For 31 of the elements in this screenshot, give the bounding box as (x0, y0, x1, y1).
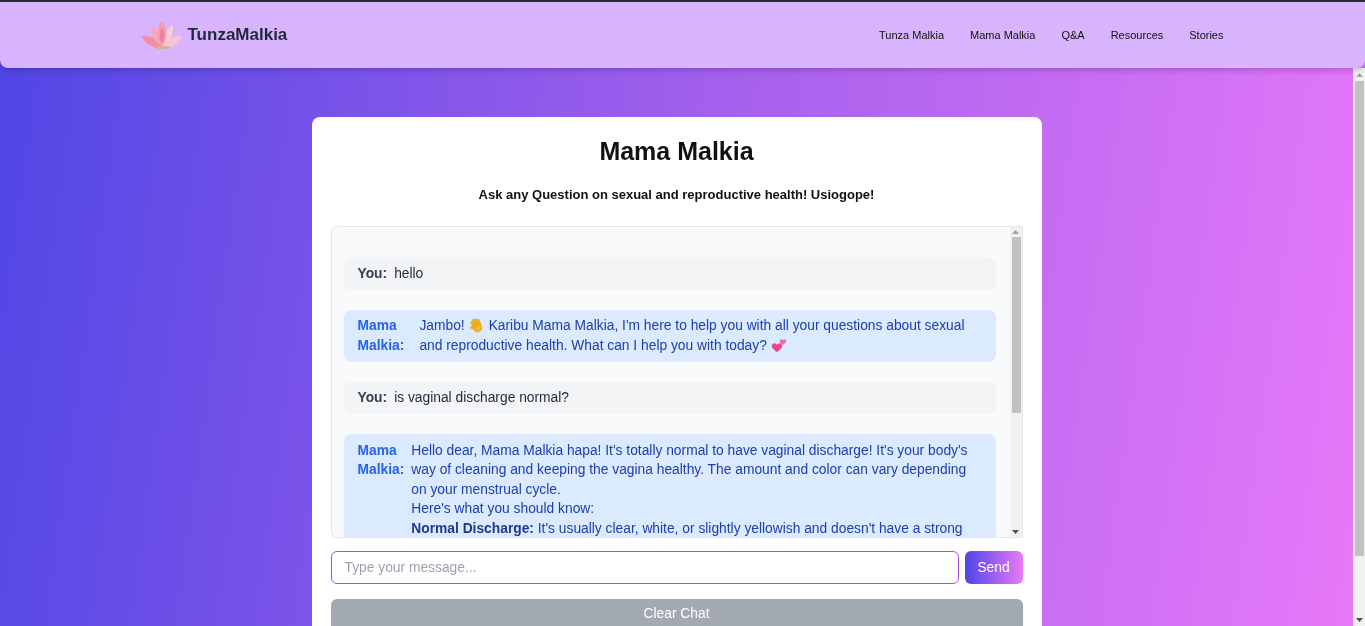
chat-title: Mama Malkia (598, 137, 755, 165)
message-text: Here's what you should know: (411, 500, 596, 518)
message-input[interactable]: Type your message... (330, 551, 959, 584)
scrollbar-thumb[interactable] (1355, 81, 1364, 556)
brand-name[interactable]: TunzaMalkia (187, 25, 288, 45)
message-text: Normal Discharge: It's usually clear, white, or slightly yellowish and doesn't have a strong (411, 519, 964, 537)
sender-label: Mama Malkia: (357, 317, 406, 355)
arrow-up-icon[interactable] (1012, 230, 1019, 234)
waving-hand-icon (468, 317, 485, 333)
lotus-icon[interactable] (141, 20, 182, 50)
sender-label: You: (357, 389, 388, 407)
arrow-down-icon[interactable] (1012, 530, 1019, 534)
nav-link[interactable]: Stories (1189, 29, 1224, 41)
nav-link[interactable]: Mama Malkia (970, 29, 1036, 41)
hearts-icon (770, 336, 787, 353)
nav-link[interactable]: Tunza Malkia (879, 29, 945, 41)
arrow-down-icon[interactable] (1355, 617, 1363, 622)
sender-label: Mama Malkia: (357, 441, 405, 479)
nav-link[interactable]: Q&A (1061, 29, 1085, 41)
message-text: Jambo! Karibu Mama Malkia, I'm here to help you with all your questions about sexual and reproductive health. What can I help you with today? (419, 316, 966, 355)
arrow-up-icon[interactable] (1355, 72, 1363, 77)
nav-link[interactable]: Resources (1110, 29, 1164, 41)
scrollbar[interactable] (1353, 68, 1365, 626)
scrollbar-thumb[interactable] (1011, 237, 1021, 413)
send-button[interactable]: Send (964, 551, 1023, 584)
message-text: Hello dear, Mama Malkia hapa! It's totally normal to have vaginal discharge! It's your body's way of cleaning and keeping the vagina healthy. The amount and color can vary depending on your menstrual cycle. (411, 441, 969, 499)
message-text: is vaginal discharge normal? (394, 389, 569, 407)
sender-label: You: (357, 264, 388, 283)
chat-subtitle: Ask any Question on sexual and reproductive health! Usiogope! (477, 187, 876, 203)
scrollbar[interactable] (1009, 227, 1022, 537)
message-text: hello (394, 264, 424, 283)
